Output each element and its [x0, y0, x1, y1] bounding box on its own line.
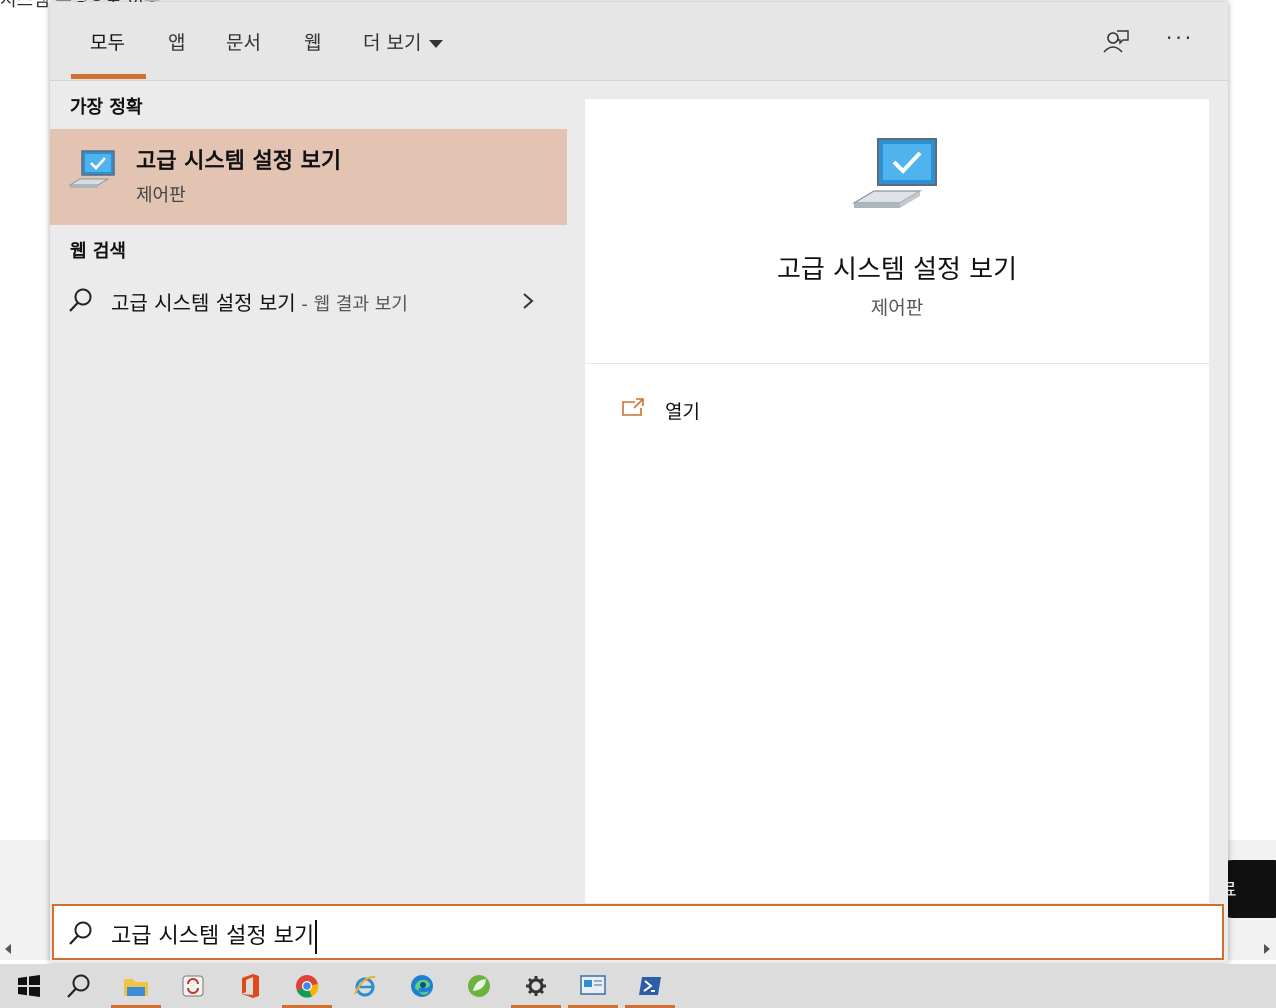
powershell-icon[interactable] — [621, 964, 679, 1008]
results-list: 가장 정확 고급 시스템 설정 보기 제어판 웹 검색 고급 시스템 설정 보기… — [50, 81, 567, 903]
web-result-text: 고급 시스템 설정 보기 - 웹 결과 보기 — [111, 287, 408, 316]
scroll-left-arrow-icon[interactable] — [5, 944, 11, 954]
file-explorer-icon[interactable] — [107, 964, 165, 1008]
gear-icon — [526, 976, 546, 996]
ie-logo-icon — [354, 975, 376, 997]
web-search-header: 웹 검색 — [70, 241, 126, 262]
windows-logo-icon — [18, 975, 40, 997]
best-match-subtitle: 제어판 — [136, 185, 186, 206]
preview-pane: 고급 시스템 설정 보기 제어판 열기 — [585, 99, 1209, 903]
search-input-value-wrap: 고급 시스템 설정 보기 — [111, 918, 318, 954]
open-action-label: 열기 — [665, 401, 700, 423]
open-external-icon — [622, 398, 644, 416]
tab-apps[interactable]: 앱 — [168, 28, 185, 55]
search-panel: 모두 앱 문서 웹 더 보기 ··· 가장 정확 고급 시스템 설정 보기 제어… — [50, 2, 1228, 963]
web-search-result[interactable]: 고급 시스템 설정 보기 - 웹 결과 보기 — [50, 271, 567, 331]
search-icon[interactable] — [50, 964, 108, 1008]
feedback-person-icon[interactable] — [1102, 28, 1130, 56]
chrome-icon[interactable] — [278, 964, 336, 1008]
more-options-icon[interactable]: ··· — [1166, 26, 1194, 50]
best-match-title: 고급 시스템 설정 보기 — [136, 149, 342, 174]
scroll-right-arrow-icon[interactable] — [1264, 944, 1270, 954]
tab-all[interactable]: 모두 — [90, 28, 125, 55]
web-result-title: 고급 시스템 설정 보기 — [111, 291, 296, 315]
tab-more[interactable]: 더 보기 — [363, 28, 444, 55]
chevron-right-icon[interactable] — [520, 291, 536, 311]
text-cursor — [315, 920, 318, 954]
sync-glyph-icon — [182, 975, 204, 997]
search-input-value: 고급 시스템 설정 보기 — [111, 924, 315, 949]
web-result-suffix: - 웹 결과 보기 — [295, 294, 408, 315]
active-tab-indicator — [71, 74, 146, 79]
preview-header: 고급 시스템 설정 보기 제어판 — [585, 99, 1209, 364]
tab-web[interactable]: 웹 — [304, 28, 321, 55]
computer-monitor-icon — [68, 150, 115, 188]
system-properties-icon[interactable] — [564, 964, 622, 1008]
best-match-item[interactable]: 고급 시스템 설정 보기 제어판 — [50, 129, 567, 225]
edge-icon[interactable] — [393, 964, 451, 1008]
tab-more-label: 더 보기 — [363, 32, 422, 54]
search-icon — [69, 921, 92, 945]
best-match-header: 가장 정확 — [70, 97, 143, 118]
open-action[interactable]: 열기 — [585, 379, 1209, 435]
chrome-logo-icon — [296, 975, 319, 998]
preview-title: 고급 시스템 설정 보기 — [776, 255, 1018, 285]
leaf-logo-icon — [468, 975, 490, 997]
search-tab-bar: 모두 앱 문서 웹 더 보기 ··· — [50, 2, 1228, 81]
office-logo-icon — [242, 974, 259, 998]
search-icon — [69, 288, 92, 312]
preview-subtitle: 제어판 — [870, 297, 924, 319]
search-input[interactable]: 고급 시스템 설정 보기 — [52, 904, 1224, 960]
chevron-down-icon — [429, 39, 444, 48]
internet-explorer-icon[interactable] — [336, 964, 394, 1008]
system-window-icon — [580, 975, 606, 995]
tab-documents[interactable]: 문서 — [226, 28, 261, 55]
edge-logo-icon — [411, 975, 433, 997]
settings-gear-icon[interactable] — [507, 964, 565, 1008]
folder-icon — [124, 979, 148, 996]
computer-monitor-icon — [851, 138, 937, 208]
powershell-logo-icon — [639, 977, 661, 995]
taskbar-search-glyph-icon — [67, 974, 90, 998]
sync-app-icon[interactable] — [164, 964, 222, 1008]
leaf-app-icon[interactable] — [450, 964, 508, 1008]
taskbar — [0, 964, 1276, 1008]
office-icon[interactable] — [221, 964, 279, 1008]
